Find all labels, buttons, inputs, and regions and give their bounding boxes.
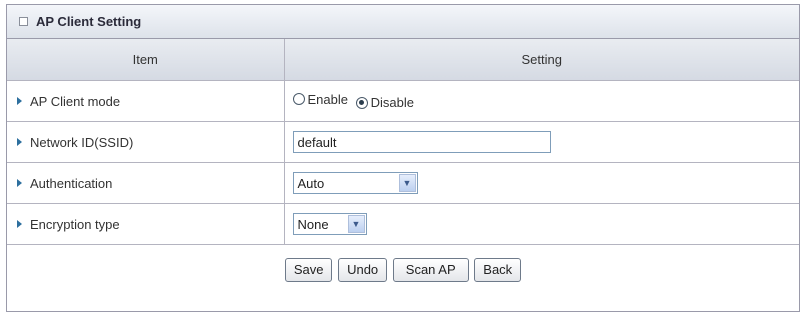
authentication-label: Authentication xyxy=(30,175,113,191)
chevron-down-icon[interactable]: ▼ xyxy=(347,215,365,233)
setting-cell xyxy=(283,121,799,163)
arrow-right-icon xyxy=(17,97,22,106)
authentication-select[interactable]: Auto ▼ xyxy=(292,172,418,194)
undo-button[interactable]: Undo xyxy=(338,257,388,282)
authentication-select-value: Auto xyxy=(297,175,325,191)
enable-radio[interactable] xyxy=(292,93,305,106)
label-cell: AP Client mode xyxy=(7,80,285,122)
enable-radio-label: Enable xyxy=(307,91,348,107)
chevron-down-icon[interactable]: ▼ xyxy=(398,174,416,192)
arrow-right-icon xyxy=(17,138,22,147)
button-row: Save Undo Scan AP Back xyxy=(7,244,799,294)
disable-radio[interactable] xyxy=(355,96,368,109)
encryption-type-select[interactable]: None ▼ xyxy=(292,213,367,235)
table-row-encryption-type: Encryption type None ▼ xyxy=(7,203,799,245)
table-header-row: Item Setting xyxy=(7,39,799,81)
button-cell: Save Undo Scan AP Back xyxy=(7,244,799,294)
setting-cell: Auto ▼ xyxy=(283,162,799,204)
disable-radio-option[interactable]: Disable xyxy=(355,95,414,111)
encryption-type-label: Encryption type xyxy=(30,216,120,232)
arrow-right-icon xyxy=(17,179,22,188)
column-header-item: Item xyxy=(7,39,285,81)
table-row-authentication: Authentication Auto ▼ xyxy=(7,162,799,204)
setting-cell: Enable Disable xyxy=(283,80,799,122)
back-button[interactable]: Back xyxy=(474,257,522,282)
encryption-type-select-value: None xyxy=(297,216,329,232)
ssid-input[interactable] xyxy=(292,131,551,153)
settings-table: Item Setting AP Client mode Enable Disab… xyxy=(7,39,799,294)
arrow-right-icon xyxy=(17,220,22,229)
ap-client-setting-panel: AP Client Setting Item Setting AP Client… xyxy=(6,4,800,312)
ap-client-mode-label: AP Client mode xyxy=(30,93,121,109)
table-row-ap-client-mode: AP Client mode Enable Disable xyxy=(7,80,799,122)
panel-title: AP Client Setting xyxy=(36,14,142,29)
enable-radio-option[interactable]: Enable xyxy=(292,91,348,107)
label-cell: Network ID(SSID) xyxy=(7,121,285,163)
disable-radio-label: Disable xyxy=(370,95,414,111)
window-icon xyxy=(19,17,28,26)
label-cell: Encryption type xyxy=(7,203,285,245)
column-header-setting: Setting xyxy=(283,39,799,81)
scan-ap-button[interactable]: Scan AP xyxy=(392,257,469,282)
save-button[interactable]: Save xyxy=(284,257,333,282)
ssid-label: Network ID(SSID) xyxy=(30,134,134,150)
table-row-ssid: Network ID(SSID) xyxy=(7,121,799,163)
label-cell: Authentication xyxy=(7,162,285,204)
setting-cell: None ▼ xyxy=(283,203,799,245)
panel-title-bar: AP Client Setting xyxy=(7,5,799,39)
